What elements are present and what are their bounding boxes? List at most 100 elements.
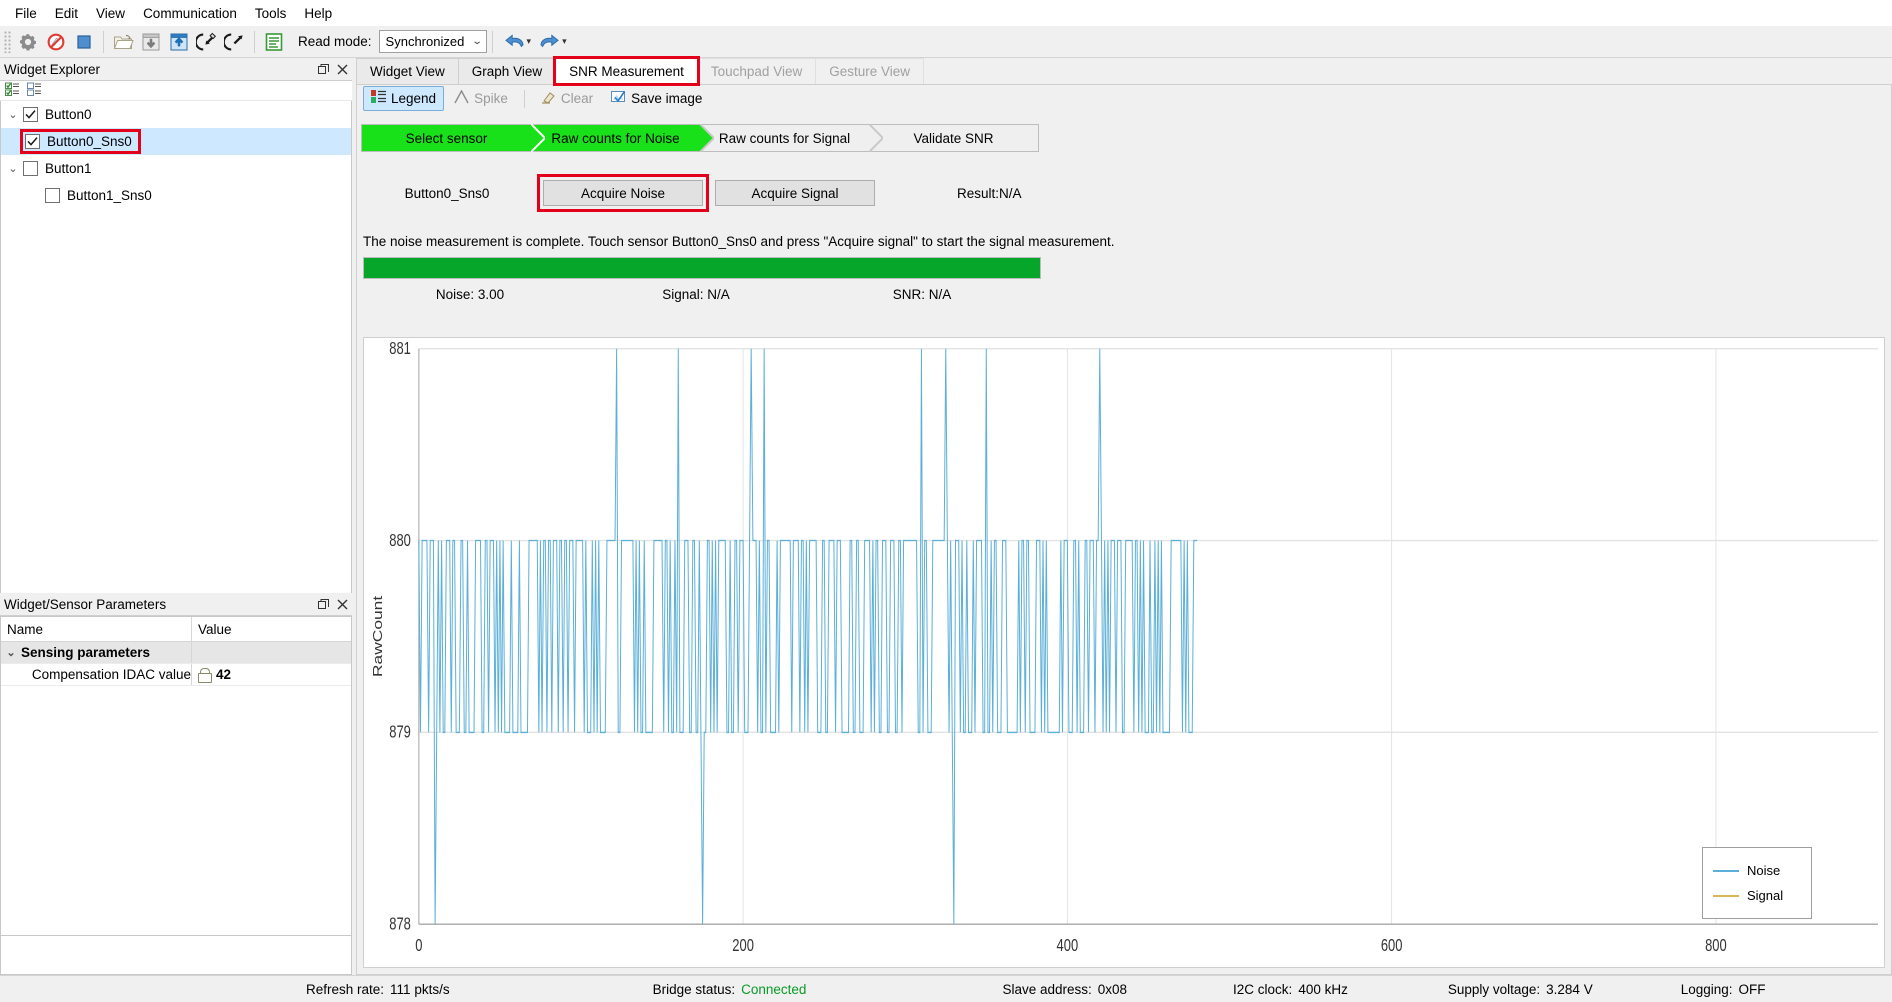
spike-button: Spike bbox=[446, 86, 516, 111]
result-label: Result:N/A bbox=[957, 185, 1022, 201]
item-value-cell[interactable]: 42 bbox=[192, 664, 351, 685]
menu-item-edit[interactable]: Edit bbox=[46, 3, 87, 24]
settings-gear-icon[interactable] bbox=[14, 29, 42, 55]
parameters-panel: Widget/Sensor Parameters Name Value ⌄ Se… bbox=[0, 593, 352, 975]
workflow-step-label-0: Select sensor bbox=[405, 130, 488, 146]
supply-voltage-value: 3.284 V bbox=[1546, 981, 1593, 997]
tree-label-button1: Button1 bbox=[45, 161, 92, 176]
undo-button[interactable]: ▾ bbox=[498, 29, 534, 55]
export-icon[interactable] bbox=[221, 29, 249, 55]
checkbox-button0-sns0[interactable] bbox=[25, 134, 40, 149]
parameters-grid[interactable]: Name Value ⌄ Sensing parameters Compensa… bbox=[0, 616, 352, 975]
item-label: Compensation IDAC value bbox=[31, 667, 191, 682]
read-from-device-icon[interactable] bbox=[165, 29, 193, 55]
parameters-item-row[interactable]: Compensation IDAC value 42 bbox=[1, 664, 351, 686]
workflow-step-label-1: Raw counts for Noise bbox=[551, 130, 680, 146]
clear-button: Clear bbox=[533, 86, 601, 111]
read-mode-select[interactable]: Synchronized ⌄ bbox=[378, 30, 487, 53]
toolbar-grip[interactable] bbox=[4, 30, 11, 53]
measurement-progress-bar bbox=[363, 257, 1041, 279]
menu-item-view[interactable]: View bbox=[87, 3, 134, 24]
tree-row-button0-sns0[interactable]: Button0_Sns0 bbox=[1, 128, 351, 155]
svg-text:878: 878 bbox=[389, 915, 411, 934]
main-content: Widget View Graph View SNR Measurement T… bbox=[356, 56, 1892, 975]
disconnect-icon[interactable] bbox=[42, 29, 70, 55]
legend-label-noise: Noise bbox=[1747, 863, 1781, 878]
acquire-noise-button[interactable]: Acquire Noise bbox=[543, 180, 703, 206]
tree-row-button0[interactable]: ⌄ Button0 bbox=[1, 101, 351, 128]
open-folder-icon[interactable] bbox=[109, 29, 137, 55]
tab-touchpad-view: Touchpad View bbox=[696, 58, 817, 84]
widget-explorer-toolbar bbox=[0, 81, 352, 101]
svg-text:400: 400 bbox=[1057, 936, 1079, 955]
chevron-down-icon-sensing[interactable]: ⌄ bbox=[1, 646, 21, 659]
tree-row-button1[interactable]: ⌄ Button1 bbox=[1, 155, 351, 182]
svg-text:0: 0 bbox=[415, 936, 422, 955]
import-icon[interactable] bbox=[193, 29, 221, 55]
menu-item-file[interactable]: File bbox=[6, 3, 46, 24]
acquire-noise-highlight: Acquire Noise bbox=[537, 174, 709, 212]
chevron-down-icon: ⌄ bbox=[471, 36, 484, 47]
toolbar-separator-2 bbox=[254, 30, 255, 53]
checkbox-button1[interactable] bbox=[23, 161, 38, 176]
svg-text:600: 600 bbox=[1381, 936, 1403, 955]
bridge-status-value: Connected bbox=[741, 981, 807, 997]
supply-voltage-label: Supply voltage: bbox=[1447, 981, 1541, 997]
view-tab-bar: Widget View Graph View SNR Measurement T… bbox=[356, 56, 1892, 86]
snr-chart[interactable]: 0 200 400 600 800 878 879 880 881 RawCount Noise … bbox=[363, 337, 1885, 968]
apply-to-device-icon[interactable] bbox=[137, 29, 165, 55]
chevron-down-icon-button0[interactable]: ⌄ bbox=[3, 108, 23, 121]
menu-item-help[interactable]: Help bbox=[295, 3, 341, 24]
menu-item-communication[interactable]: Communication bbox=[134, 3, 246, 24]
redo-button[interactable]: ▾ bbox=[533, 29, 569, 55]
noise-label: Noise: bbox=[435, 287, 475, 302]
close-icon-parameters[interactable] bbox=[333, 595, 352, 614]
restore-icon-parameters[interactable] bbox=[314, 595, 333, 614]
check-all-icon[interactable] bbox=[5, 82, 20, 100]
snr-label: SNR: bbox=[892, 287, 925, 302]
read-mode-value: Synchronized bbox=[385, 34, 465, 49]
svg-text:200: 200 bbox=[732, 936, 754, 955]
parameters-title-bar: Widget/Sensor Parameters bbox=[0, 593, 352, 616]
log-icon[interactable] bbox=[260, 29, 288, 55]
restore-icon[interactable] bbox=[314, 60, 333, 79]
status-refresh-rate: Refresh rate: 111 pkts/s bbox=[292, 976, 464, 1002]
tree-row-button1-sns0[interactable]: Button1_Sns0 bbox=[1, 182, 351, 209]
workflow-step-label-2: Raw counts for Signal bbox=[718, 130, 851, 146]
checkbox-button0[interactable] bbox=[23, 107, 38, 122]
legend-button[interactable]: Legend bbox=[363, 86, 445, 111]
snr-measurement-panel: Legend Spike Clear Save image Select sen… bbox=[356, 84, 1892, 975]
tree-label-button1-sns0: Button1_Sns0 bbox=[67, 188, 152, 203]
spike-icon bbox=[454, 89, 469, 107]
tab-graph-view[interactable]: Graph View bbox=[457, 58, 557, 84]
checkbox-button1-sns0[interactable] bbox=[45, 188, 60, 203]
workflow-step-raw-counts-signal: Raw counts for Signal bbox=[700, 124, 883, 152]
legend-entry-noise: Noise bbox=[1713, 863, 1801, 878]
workflow-arrow-1 bbox=[700, 124, 714, 152]
parameters-group-row[interactable]: ⌄ Sensing parameters bbox=[1, 642, 351, 664]
widget-explorer-title: Widget Explorer bbox=[4, 61, 101, 77]
item-value: 42 bbox=[216, 667, 232, 682]
chevron-down-icon-undo[interactable]: ▾ bbox=[527, 36, 532, 47]
spike-label: Spike bbox=[474, 91, 508, 106]
chevron-down-icon-button1[interactable]: ⌄ bbox=[3, 162, 23, 175]
menu-item-tools[interactable]: Tools bbox=[246, 3, 296, 24]
status-logging: Logging: OFF bbox=[1667, 976, 1780, 1002]
svg-text:881: 881 bbox=[389, 339, 411, 358]
tab-widget-view[interactable]: Widget View bbox=[356, 58, 459, 84]
column-header-name: Name bbox=[1, 617, 192, 641]
stop-icon[interactable] bbox=[70, 29, 98, 55]
uncheck-all-icon[interactable] bbox=[27, 82, 42, 100]
svg-text:RawCount: RawCount bbox=[371, 595, 385, 677]
chevron-down-icon-redo[interactable]: ▾ bbox=[562, 36, 567, 47]
svg-text:800: 800 bbox=[1705, 936, 1727, 955]
acquire-signal-button[interactable]: Acquire Signal bbox=[715, 180, 875, 206]
legend-entry-signal: Signal bbox=[1713, 888, 1801, 903]
save-image-button[interactable]: Save image bbox=[603, 86, 710, 111]
status-bar: Refresh rate: 111 pkts/s Bridge status: … bbox=[0, 975, 1892, 1002]
close-icon[interactable] bbox=[333, 60, 352, 79]
snr-value: N/A bbox=[928, 287, 952, 302]
workflow-step-validate-snr: Validate SNR bbox=[869, 124, 1039, 152]
tab-snr-measurement[interactable]: SNR Measurement bbox=[553, 56, 700, 86]
workflow-step-select-sensor: Select sensor bbox=[361, 124, 545, 152]
